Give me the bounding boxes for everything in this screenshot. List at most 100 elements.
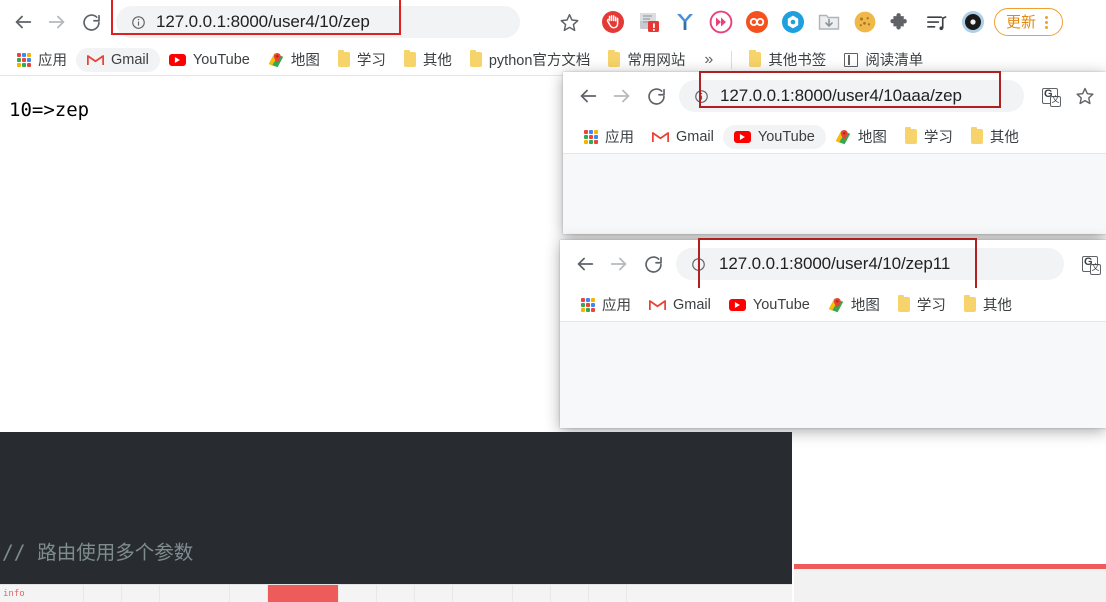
bookmark-youtube[interactable]: YouTube: [720, 294, 819, 316]
apps-grid-icon: [584, 129, 598, 144]
translate-icon[interactable]: G: [1082, 256, 1101, 275]
youtube-icon: [168, 53, 186, 66]
translate-icon[interactable]: G: [1042, 88, 1061, 107]
bookmark-label: 地图: [290, 53, 320, 69]
bookmark-folder-other[interactable]: 其他: [955, 291, 1021, 318]
bookmark-apps[interactable]: 应用: [572, 291, 640, 318]
bookmarks-overflow-button[interactable]: »: [694, 48, 723, 72]
three-dot-menu-icon[interactable]: [1036, 10, 1056, 34]
bookmark-gmail[interactable]: Gmail: [640, 294, 720, 316]
code-editor-snippet: // 路由使用多个参数 Route::get('user4/{id}/{name…: [0, 432, 792, 584]
youtube-icon: [728, 298, 746, 311]
reload-button[interactable]: [639, 79, 673, 113]
bookmark-other-bookmarks[interactable]: 其他书签: [740, 46, 835, 73]
code-line-1: // 路由使用多个参数: [2, 537, 792, 569]
bookmark-label: 应用: [605, 130, 634, 146]
strip-cell: [415, 584, 453, 602]
strip-cell: [513, 584, 551, 602]
hexagon-icon[interactable]: [780, 10, 805, 35]
bookmark-label: 其他: [982, 298, 1012, 314]
screenshot-root: 127.0.0.1:8000/user4/10/zep 更新 应用 Gmail …: [0, 0, 1106, 602]
strip-cell: [122, 584, 160, 602]
bookmark-gmail[interactable]: Gmail: [643, 126, 723, 148]
puzzle-piece-icon[interactable]: [888, 10, 913, 35]
address-bar[interactable]: 127.0.0.1:8000/user4/10/zep11: [676, 248, 1064, 280]
strip-cell: [589, 584, 627, 602]
reading-list-button[interactable]: 阅读清单: [835, 46, 932, 73]
apps-grid-icon: [17, 52, 31, 67]
reload-button[interactable]: [74, 5, 108, 39]
bookmark-gmail[interactable]: Gmail: [76, 47, 160, 72]
bookmark-maps[interactable]: 地图: [826, 123, 896, 150]
bookmark-folder-study[interactable]: 学习: [329, 46, 395, 73]
playlist-icon[interactable]: [924, 10, 949, 35]
forward-button[interactable]: [40, 5, 74, 39]
folder-icon: [608, 50, 621, 67]
gmail-icon: [648, 298, 667, 311]
back-button[interactable]: [568, 247, 602, 281]
strip-cell-active[interactable]: [268, 584, 339, 602]
folder-icon: [749, 50, 762, 67]
info-circle-icon[interactable]: [688, 254, 708, 274]
forward-button[interactable]: [602, 247, 636, 281]
second-browser-window: 127.0.0.1:8000/user4/10aaa/zep G 文 应用 Gm…: [563, 71, 1106, 234]
bookmark-label: 学习: [356, 53, 386, 69]
bookmark-star-icon[interactable]: [1072, 81, 1098, 111]
bookmark-maps[interactable]: 地图: [819, 291, 889, 318]
gmail-icon: [651, 130, 670, 143]
forward-button[interactable]: [605, 79, 639, 113]
bookmark-apps[interactable]: 应用: [575, 123, 643, 150]
address-bar-url: 127.0.0.1:8000/user4/10/zep11: [719, 254, 951, 273]
infinity-loop-icon[interactable]: [744, 10, 769, 35]
bookmark-folder-python-docs[interactable]: python官方文档: [461, 46, 600, 73]
bookmark-folder-other[interactable]: 其他: [395, 46, 461, 73]
document-warning-icon[interactable]: [636, 10, 661, 35]
extension-icons: [600, 10, 985, 35]
fast-forward-circle-icon[interactable]: [708, 10, 733, 35]
bookmark-label: Gmail: [111, 51, 149, 68]
address-bar[interactable]: 127.0.0.1:8000/user4/10aaa/zep: [679, 80, 1024, 112]
folder-icon: [970, 127, 983, 144]
bookmark-youtube[interactable]: YouTube: [722, 124, 826, 149]
bookmark-label: 地图: [850, 298, 880, 314]
address-bar[interactable]: 127.0.0.1:8000/user4/10/zep: [116, 6, 520, 38]
folder-icon: [337, 50, 350, 67]
bookmark-folder-study[interactable]: 学习: [889, 291, 955, 318]
bookmark-youtube[interactable]: YouTube: [160, 49, 259, 71]
bookmark-label: YouTube: [752, 296, 810, 313]
back-button[interactable]: [6, 5, 40, 39]
youtube-icon: [733, 130, 751, 143]
update-button-label: 更新: [1006, 13, 1037, 31]
cookie-icon[interactable]: [852, 10, 877, 35]
code-comment: // 路由使用多个参数: [2, 541, 194, 564]
info-circle-icon[interactable]: [691, 86, 711, 106]
gmail-icon: [86, 53, 105, 66]
vinyl-record-icon[interactable]: [960, 10, 985, 35]
bookmark-label: 学习: [923, 130, 953, 146]
back-button[interactable]: [571, 79, 605, 113]
update-button[interactable]: 更新: [994, 8, 1064, 36]
bookmark-maps[interactable]: 地图: [259, 46, 329, 73]
apps-grid-icon: [581, 297, 595, 312]
bookmark-star-icon[interactable]: [552, 5, 586, 39]
download-folder-icon[interactable]: [816, 10, 841, 35]
folder-icon: [403, 50, 416, 67]
bookmark-apps[interactable]: 应用: [8, 46, 76, 73]
address-bar-url: 127.0.0.1:8000/user4/10aaa/zep: [720, 86, 962, 105]
third-browser-window: 127.0.0.1:8000/user4/10/zep11 G 应用: [560, 238, 1106, 428]
info-circle-icon[interactable]: [128, 12, 148, 32]
adblock-stop-icon[interactable]: [600, 10, 625, 35]
bookmark-label: 应用: [38, 53, 67, 69]
y-logo-icon[interactable]: [672, 10, 697, 35]
bookmark-label: python官方文档: [488, 53, 591, 69]
strip-cell: [48, 584, 84, 602]
reload-button[interactable]: [636, 247, 670, 281]
bookmark-folder-study[interactable]: 学习: [896, 123, 962, 150]
bookmark-folder-common-sites[interactable]: 常用网站: [599, 46, 694, 73]
folder-icon: [469, 50, 482, 67]
bookmark-folder-other[interactable]: 其他: [962, 123, 1028, 150]
strip-cell: [453, 584, 513, 602]
maps-icon: [828, 297, 844, 313]
bookmark-label: 常用网站: [627, 53, 686, 69]
third-page-content: [560, 322, 1106, 428]
